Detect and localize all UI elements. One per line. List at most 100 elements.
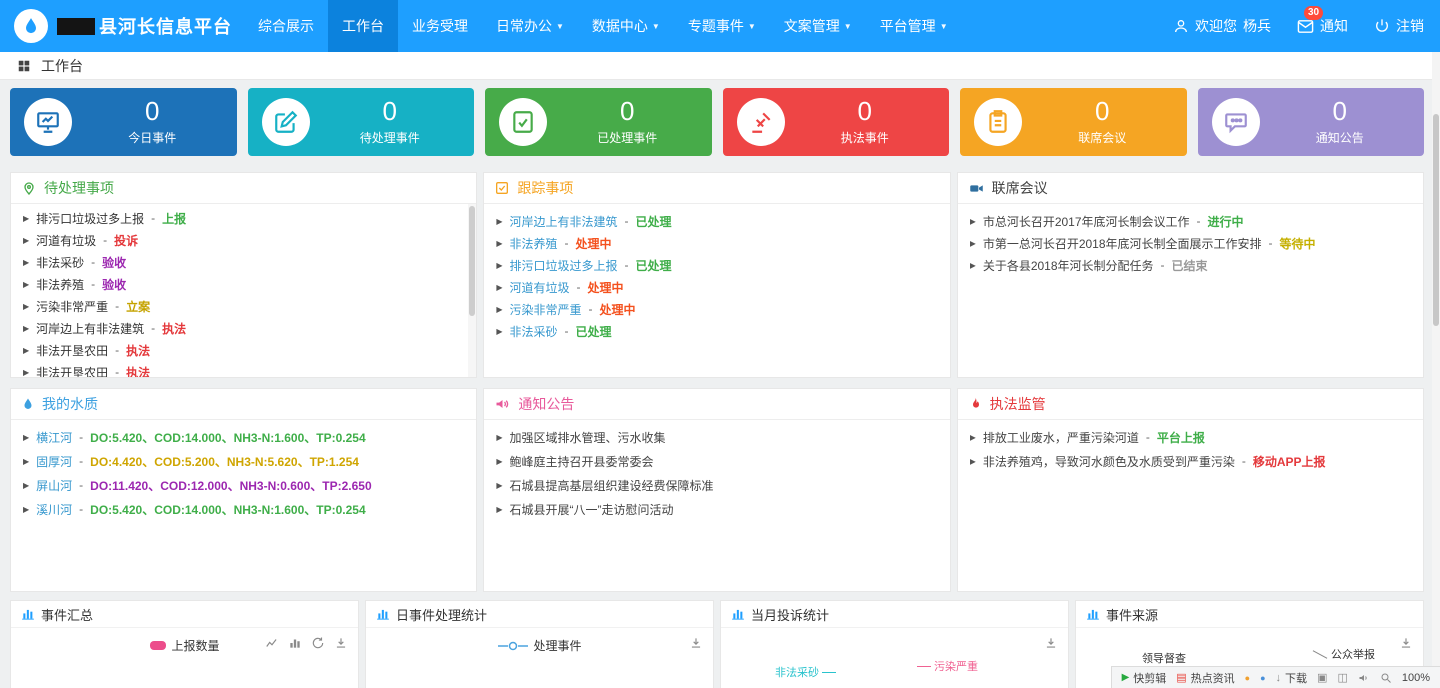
logout-button[interactable]: 注销 — [1374, 16, 1424, 36]
app-logo — [14, 9, 48, 43]
stat-value: 0 — [72, 98, 233, 124]
nav-item-platform-mgmt[interactable]: 平台管理▼ — [866, 0, 962, 52]
stat-card-today-events[interactable]: 0 今日事件 — [10, 88, 237, 156]
bar-chart-toggle-icon[interactable] — [288, 636, 302, 650]
panel-my-water-quality: 我的水质 ▶横江河-DO:5.420、COD:14.000、NH3-N:1.60… — [10, 388, 477, 592]
stat-label: 今日事件 — [72, 129, 233, 146]
list-item[interactable]: ▶非法养殖-验收 — [23, 273, 464, 295]
window-icon[interactable]: ▣ — [1317, 671, 1327, 684]
page-scrollbar[interactable] — [1432, 52, 1440, 688]
stat-value: 0 — [785, 98, 946, 124]
label-leader-line — [822, 672, 836, 673]
stat-value: 0 — [1260, 98, 1421, 124]
flame-shortcut-icon[interactable]: ● — [1245, 673, 1250, 683]
refresh-icon[interactable] — [311, 636, 325, 650]
bullet-arrow-icon: ▶ — [23, 505, 29, 514]
stat-card-enforcement-events[interactable]: 0 执法事件 — [723, 88, 950, 156]
speaker-mute-icon[interactable] — [1358, 672, 1370, 684]
list-item[interactable]: ▶排污口垃圾过多上报-已处理 — [496, 254, 937, 276]
welcome-text: 欢迎您 — [1195, 16, 1237, 36]
pin-shortcut-icon[interactable]: ● — [1260, 673, 1265, 683]
grid-icon[interactable] — [17, 59, 31, 73]
list-item[interactable]: ▶固厚河-DO:4.420、COD:5.200、NH3-N:5.620、TP:1… — [23, 449, 464, 473]
hot-news-button[interactable]: ▤ 热点资讯 — [1176, 670, 1234, 686]
bullet-arrow-icon: ▶ — [496, 239, 502, 248]
list-item[interactable]: ▶关于各县2018年河长制分配任务-已结束 — [970, 254, 1411, 276]
chart-toolbar — [689, 636, 703, 650]
list-item[interactable]: ▶污染非常严重-立案 — [23, 295, 464, 317]
item-separator: - — [589, 302, 593, 316]
bullet-arrow-icon: ▶ — [496, 217, 502, 226]
zoom-magnifier-icon[interactable] — [1380, 672, 1392, 684]
user-menu[interactable]: 欢迎您 杨兵 — [1173, 16, 1271, 36]
stat-card-joint-meetings[interactable]: 0 联席会议 — [960, 88, 1187, 156]
list-item[interactable]: ▶市第一总河长召开2018年底河长制全面展示工作安排-等待中 — [970, 232, 1411, 254]
nav-item-data-center[interactable]: 数据中心▼ — [578, 0, 674, 52]
list-item[interactable]: ▶非法养殖鸡，导致河水颜色及水质受到严重污染-移动APP上报 — [970, 449, 1411, 473]
list-item[interactable]: ▶加强区域排水管理、污水收集 — [496, 425, 937, 449]
list-item[interactable]: ▶溪川河-DO:5.420、COD:14.000、NH3-N:1.600、TP:… — [23, 497, 464, 521]
download-arrow-icon: ↓ — [1276, 672, 1282, 684]
bullet-arrow-icon: ▶ — [970, 261, 976, 270]
panel-law-enforcement: 执法监管 ▶排放工业废水，严重污染河道-平台上报▶非法养殖鸡，导致河水颜色及水质… — [957, 388, 1424, 592]
stat-card-processed-events[interactable]: 0 已处理事件 — [485, 88, 712, 156]
item-separator: - — [565, 236, 569, 250]
list-item[interactable]: ▶非法采砂-验收 — [23, 251, 464, 273]
list-item[interactable]: ▶非法采砂-已处理 — [496, 320, 937, 342]
item-separator: - — [79, 502, 83, 516]
list-item[interactable]: ▶排污口垃圾过多上报-上报 — [23, 207, 464, 229]
nav-item-workbench[interactable]: 工作台 — [328, 0, 398, 52]
chart-body: 处理事件 — [366, 628, 713, 688]
scrollbar-thumb[interactable] — [1433, 114, 1439, 326]
download-icon[interactable] — [689, 636, 703, 650]
download-button[interactable]: ↓ 下载 — [1276, 670, 1308, 686]
item-status-tag: DO:5.420、COD:14.000、NH3-N:1.600、TP:0.254 — [90, 501, 365, 518]
nav-item-special-events[interactable]: 专题事件▼ — [674, 0, 770, 52]
list-item[interactable]: ▶屏山河-DO:11.420、COD:12.000、NH3-N:0.600、TP… — [23, 473, 464, 497]
nav-item-document-mgmt[interactable]: 文案管理▼ — [770, 0, 866, 52]
scrollbar-thumb[interactable] — [469, 206, 475, 316]
bullet-arrow-icon: ▶ — [23, 302, 29, 311]
list-item[interactable]: ▶非法开垦农田-执法 — [23, 361, 464, 378]
list-item[interactable]: ▶鲍峰庭主持召开县委常委会 — [496, 449, 937, 473]
zoom-level[interactable]: 100% — [1402, 672, 1430, 684]
list-item[interactable]: ▶石城县提高基层组织建设经费保障标准 — [496, 473, 937, 497]
bullet-arrow-icon: ▶ — [496, 327, 502, 336]
stat-card-notices[interactable]: 0 通知公告 — [1198, 88, 1425, 156]
item-separator: - — [577, 280, 581, 294]
list-item[interactable]: ▶河道有垃圾-投诉 — [23, 229, 464, 251]
bullet-arrow-icon: ▶ — [496, 457, 502, 466]
split-window-icon[interactable]: ◫ — [1337, 671, 1347, 684]
logout-label: 注销 — [1396, 16, 1424, 36]
card-icon-circle — [974, 98, 1022, 146]
list-item[interactable]: ▶排放工业废水，严重污染河道-平台上报 — [970, 425, 1411, 449]
list-item[interactable]: ▶污染非常严重-处理中 — [496, 298, 937, 320]
item-status-tag: 已处理 — [636, 257, 672, 274]
nav-item-business[interactable]: 业务受理 — [398, 0, 482, 52]
list-item[interactable]: ▶非法开垦农田-执法 — [23, 339, 464, 361]
nav-item-overview[interactable]: 综合展示 — [244, 0, 328, 52]
nav-item-daily-office[interactable]: 日常办公▼ — [482, 0, 578, 52]
stat-card-pending-events[interactable]: 0 待处理事件 — [248, 88, 475, 156]
panel-scrollbar[interactable] — [468, 204, 476, 377]
notifications-button[interactable]: 30 通知 — [1297, 16, 1348, 36]
download-icon[interactable] — [334, 636, 348, 650]
list-item[interactable]: ▶河岸边上有非法建筑-执法 — [23, 317, 464, 339]
app-title: 县河长信息平台 — [57, 13, 232, 39]
bullet-arrow-icon: ▶ — [23, 457, 29, 466]
chart-legend[interactable]: 处理事件 — [497, 637, 581, 654]
list-item[interactable]: ▶横江河-DO:5.420、COD:14.000、NH3-N:1.600、TP:… — [23, 425, 464, 449]
list-item[interactable]: ▶非法养殖-处理中 — [496, 232, 937, 254]
list-item[interactable]: ▶市总河长召开2017年底河长制会议工作-进行中 — [970, 210, 1411, 232]
quick-clip-button[interactable]: ▶ 快剪辑 — [1122, 670, 1167, 686]
item-status-tag: 立案 — [126, 298, 150, 315]
list-item[interactable]: ▶河岸边上有非法建筑-已处理 — [496, 210, 937, 232]
list-item[interactable]: ▶石城县开展“八一”走访慰问活动 — [496, 497, 937, 521]
chart-legend[interactable]: 上报数量 — [149, 637, 219, 654]
chart-monthly-complaints: 当月投诉统计 非法采砂 污染严重 — [720, 600, 1069, 688]
download-icon[interactable] — [1399, 636, 1413, 650]
water-quality-list: ▶横江河-DO:5.420、COD:14.000、NH3-N:1.600、TP:… — [11, 425, 476, 521]
list-item[interactable]: ▶河道有垃圾-处理中 — [496, 276, 937, 298]
line-chart-toggle-icon[interactable] — [265, 636, 279, 650]
download-icon[interactable] — [1044, 636, 1058, 650]
